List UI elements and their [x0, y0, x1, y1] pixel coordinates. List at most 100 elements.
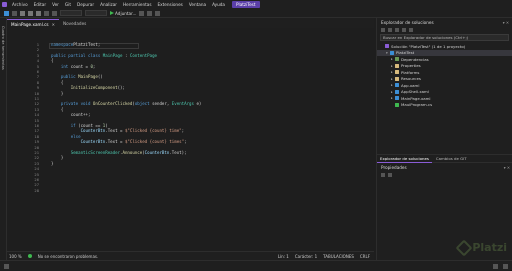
run-button[interactable]: Adjuntar... [110, 11, 136, 16]
code-token: e) [193, 101, 202, 107]
code-token: SemanticScreenReader [70, 150, 121, 155]
code-token: Announce [122, 150, 143, 155]
panel-controls-icon[interactable]: ▾ ✕ [503, 20, 512, 25]
platzi-watermark: Platzi [455, 239, 507, 256]
status-icon[interactable] [4, 263, 9, 269]
show-all-files-icon[interactable] [402, 28, 406, 32]
solution-tree-label: Properties [401, 63, 421, 69]
code-token: (); [117, 85, 125, 91]
code-token: () [97, 74, 103, 80]
menu-bar: Archivo Editar Ver Git Depurar Analizar … [0, 0, 512, 9]
platform-select[interactable] [85, 10, 107, 16]
new-item-icon[interactable] [20, 10, 25, 16]
code-line: SemanticScreenReader.Announce(CounterBtn… [51, 150, 187, 155]
line-indicator: Lín: 1 [277, 253, 289, 259]
code-token: : [122, 52, 130, 58]
code-token: OnCounterClicked [92, 101, 133, 107]
line-number: 7 [36, 74, 39, 80]
menu-help[interactable]: Ayuda [209, 2, 228, 7]
line-number: 16 [34, 123, 39, 128]
close-icon[interactable]: ✕ [52, 22, 55, 27]
line-number: 10 [34, 90, 39, 96]
code-line: public partial class MainPage : ContentP… [51, 53, 157, 58]
solution-search-input[interactable]: Buscar en Explorador de soluciones (Ctrl… [380, 34, 509, 41]
indent-mode[interactable]: TABULACIONES [323, 254, 354, 259]
save-all-icon[interactable] [36, 10, 41, 16]
toolbar-icon[interactable] [155, 10, 161, 16]
menu-edit[interactable]: Editar [31, 2, 49, 7]
line-number: 1 [36, 42, 39, 47]
line-number: 3 [36, 52, 39, 58]
notifications-icon[interactable] [503, 263, 508, 269]
redo-icon[interactable] [52, 10, 57, 16]
solution-tree-label: AppShell.xaml [401, 89, 429, 95]
code-token: ; [181, 128, 185, 134]
tab-solution-explorer[interactable]: Explorador de soluciones [377, 155, 432, 163]
code-line: { [51, 107, 63, 112]
code-line: } [51, 91, 63, 96]
line-number: 20 [34, 144, 39, 150]
zoom-level[interactable]: 100 % [9, 254, 22, 259]
line-number: 26 [34, 177, 39, 182]
menu-analyze[interactable]: Analizar [97, 2, 120, 7]
line-ending[interactable]: CRLF [360, 254, 374, 259]
menu-window[interactable]: Ventana [186, 2, 209, 7]
categorized-icon[interactable] [381, 173, 385, 177]
code-token: } [51, 90, 64, 96]
menu-file[interactable]: Archivo [9, 2, 31, 7]
visual-studio-logo-icon [0, 0, 9, 9]
file-icon [395, 63, 399, 68]
sync-icon[interactable] [388, 28, 392, 32]
issues-status[interactable]: No se encontraron problemas. [38, 254, 99, 259]
solution-tree-label: Solución "PlatziTest" (1 de 1 proyecto) [391, 43, 466, 49]
menu-tools[interactable]: Herramientas [120, 2, 155, 7]
toolbox-tab[interactable]: Cuadro de herramientas [1, 26, 5, 70]
solution-tree-label: MainPage.xaml [401, 95, 431, 101]
menu-git[interactable]: Git [62, 2, 74, 7]
solution-tree-item[interactable]: MauiProgram.cs [377, 102, 512, 109]
configuration-select[interactable] [60, 10, 82, 16]
alphabetical-icon[interactable] [388, 173, 392, 177]
right-panel-tabs: Explorador de soluciones Cambios de GIT [377, 154, 512, 163]
menu-extensions[interactable]: Extensiones [155, 2, 186, 7]
solution-explorer-toolbar [377, 26, 512, 34]
tab-git-changes[interactable]: Cambios de GIT [433, 155, 470, 163]
collapse-icon[interactable] [395, 28, 399, 32]
line-number: 21 [34, 150, 39, 155]
git-icon[interactable] [493, 263, 498, 269]
file-icon [395, 102, 399, 107]
code-token: EventArgs [171, 101, 194, 107]
menu-view[interactable]: Ver [49, 2, 62, 7]
line-number: 2 [36, 47, 39, 53]
toolbar-icon[interactable] [147, 10, 153, 16]
menu-debug[interactable]: Depurar [74, 2, 97, 7]
back-icon[interactable] [4, 10, 9, 16]
code-editor[interactable]: 1 2 3 4 5 6 7 8 9 10 11 12 13 14 15 16 17 18 19 20 21 22 23 24 2… [7, 28, 374, 251]
home-icon[interactable] [381, 28, 385, 32]
code-token: MainPage [102, 52, 123, 58]
solution-explorer-panel: Explorador de soluciones ▾ ✕ Buscar en E… [376, 18, 512, 260]
file-icon [395, 76, 399, 81]
forward-icon[interactable] [12, 10, 17, 16]
tab-label: Novedades [62, 21, 87, 26]
undo-icon[interactable] [44, 10, 49, 16]
toolbar-icon[interactable] [139, 10, 145, 16]
line-number: 17 [34, 128, 39, 134]
settings-icon[interactable] [409, 28, 413, 32]
code-token: InitializeComponent [70, 85, 118, 91]
tab-novedades[interactable]: Novedades [59, 19, 90, 28]
code-line: if (count == 1) [51, 123, 108, 128]
code-token: } [51, 160, 54, 166]
solution-explorer-header: Explorador de soluciones ▾ ✕ [377, 18, 512, 26]
code-line: count++; [51, 112, 91, 117]
save-icon[interactable] [28, 10, 33, 16]
line-number: 25 [34, 171, 39, 177]
solution-tree-label: Dependencias [401, 56, 429, 62]
tab-mainpage-cs[interactable]: MainPage.xaml.cs ✕ [7, 19, 59, 28]
panel-controls-icon[interactable]: ▾ ✕ [504, 165, 512, 170]
